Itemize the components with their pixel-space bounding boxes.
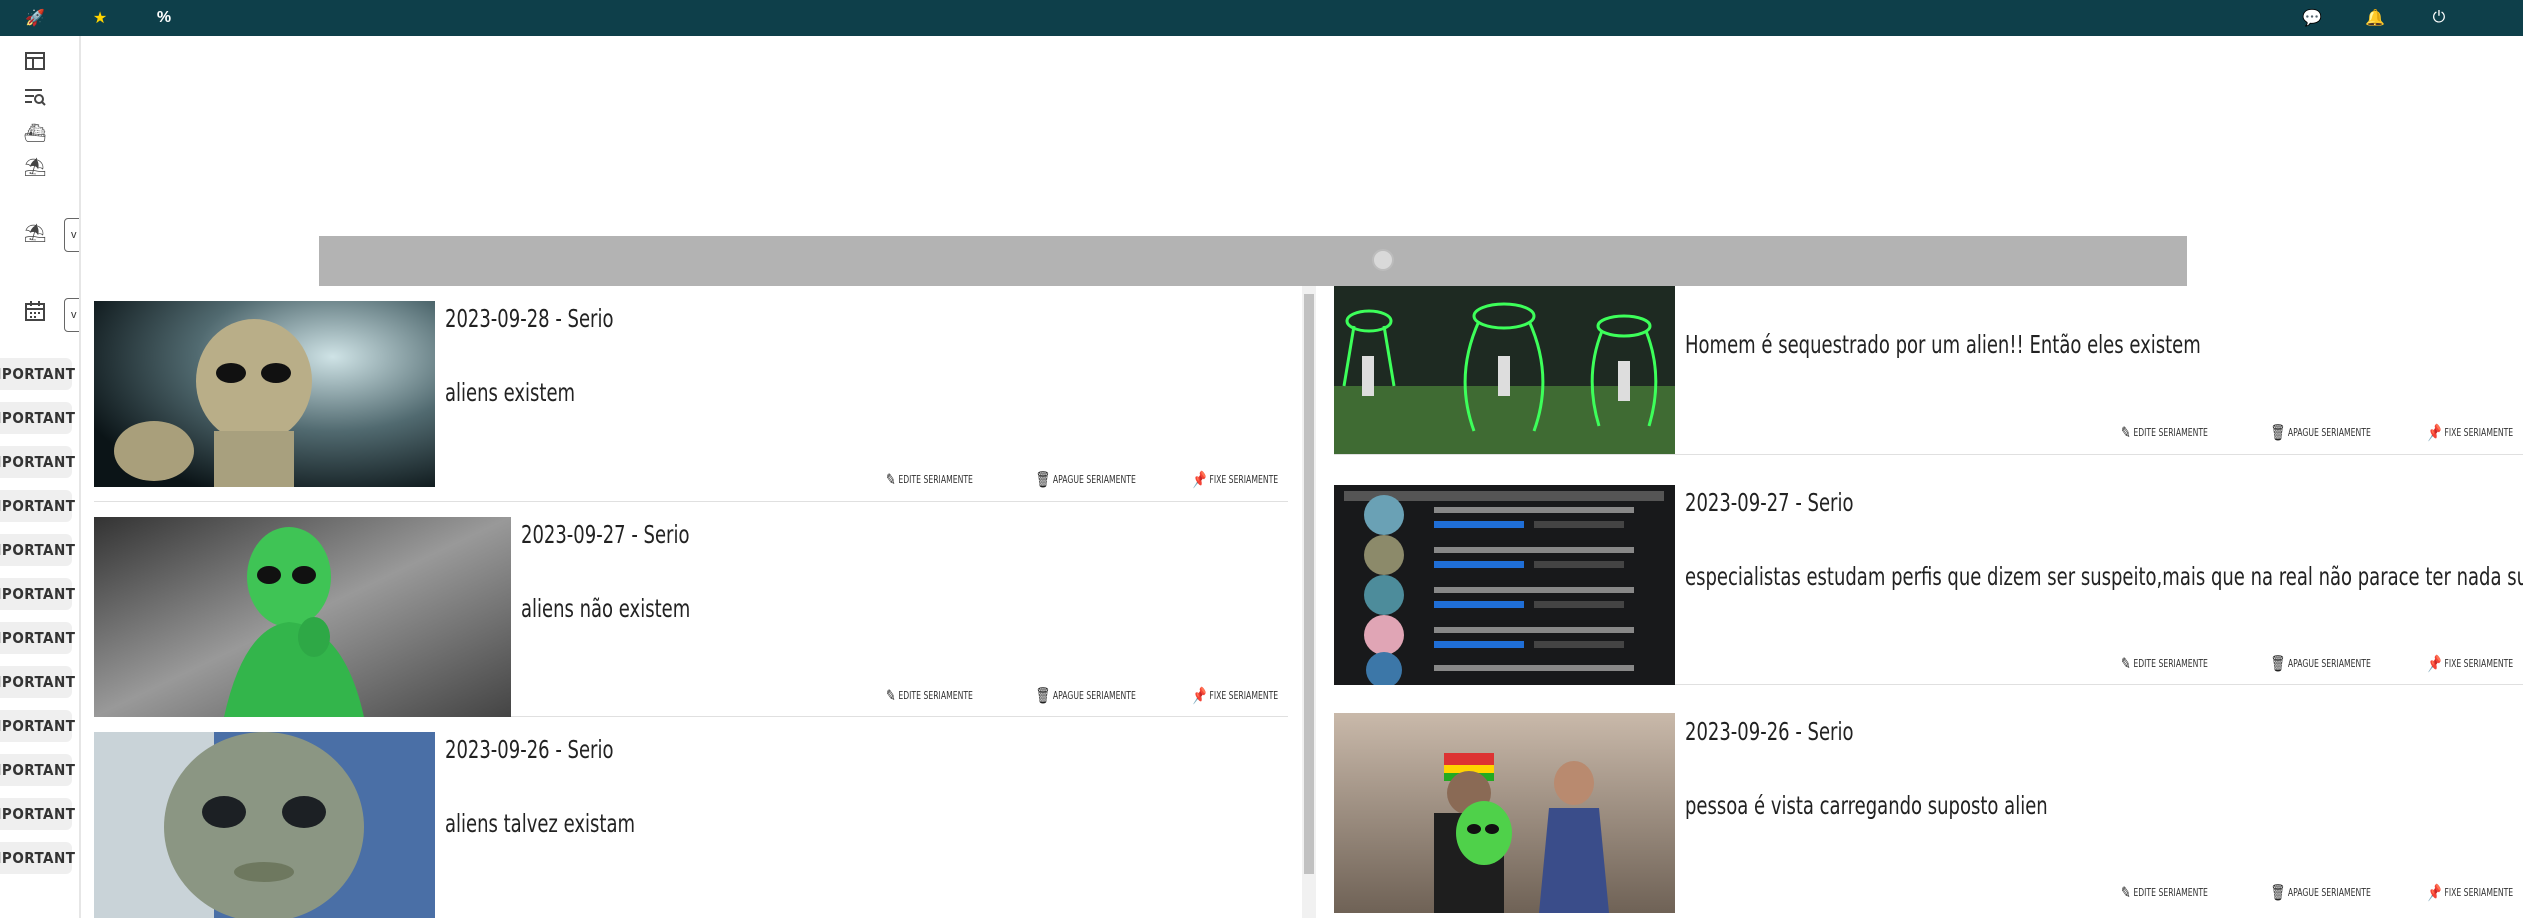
importance-tag[interactable]: MPORTANT [0, 754, 75, 786]
edit-button[interactable]: ✎ EDITE SERIAMENTE [2121, 654, 2208, 673]
pencil-icon: ✎ [2121, 883, 2131, 902]
pencil-icon: ✎ [2121, 423, 2131, 442]
importance-tag[interactable]: MPORTANT [0, 490, 75, 522]
delete-button[interactable]: 🗑 APAGUE SERIAMENTE [2271, 654, 2371, 673]
left-feed: 2023-09-28 - Serio aliens existem ✎ EDITE… [94, 286, 1288, 918]
top-navbar: 🚀 ★ % 💬 🔔 ⏻ [0, 0, 2523, 36]
rocket-icon[interactable]: 🚀 [20, 3, 50, 33]
pin-button[interactable]: 📌 FIXE SERIAMENTE [1192, 686, 1278, 705]
post-actions: ✎ EDITE SERIAMENTE 🗑 APAGUE SERIAMENTE 📌 FI… [2084, 883, 2513, 902]
ship-icon[interactable]: ⛴ [20, 118, 50, 148]
post-description: especialistas estudam perfis que dizem s… [1685, 562, 2523, 591]
pencil-icon: ✎ [886, 470, 896, 489]
post-description: pessoa é vista carregando suposto alien [1685, 791, 2048, 820]
post-card: 2023-09-27 - Serio aliens não existem ✎ E… [94, 502, 1288, 717]
post-title: 2023-09-28 - Serio [445, 304, 614, 333]
post-title: 2023-09-26 - Serio [445, 735, 614, 764]
delete-button[interactable]: 🗑 APAGUE SERIAMENTE [1036, 470, 1136, 489]
pin-icon: 📌 [1192, 470, 1207, 489]
post-title: 2023-09-27 - Serio [521, 520, 690, 549]
post-title: 2023-09-27 - Serio [1685, 488, 1854, 517]
pin-icon: 📌 [1192, 686, 1207, 705]
pin-button[interactable]: 📌 FIXE SERIAMENTE [2427, 883, 2513, 902]
edit-button[interactable]: ✎ EDITE SERIAMENTE [886, 686, 973, 705]
delete-button[interactable]: 🗑 APAGUE SERIAMENTE [2271, 883, 2371, 902]
pin-icon: 📌 [2427, 423, 2442, 442]
post-card: 2023-09-26 - Serio aliens talvez existam [94, 717, 1288, 918]
delete-button[interactable]: 🗑 APAGUE SERIAMENTE [2271, 423, 2371, 442]
scrollbar-thumb[interactable] [1304, 294, 1314, 874]
post-image [94, 301, 435, 487]
importance-tag[interactable]: MPORTANT [0, 446, 75, 478]
filter-select-2[interactable]: v [64, 298, 79, 332]
sidebar: ⛴ ⛱ ⛱ v v MPORTANT MPORTANT MPORTANT MPO… [0, 36, 81, 918]
chat-icon[interactable]: 💬 [2297, 3, 2327, 33]
post-card: 2023-09-28 - Serio aliens existem ✎ EDITE… [94, 286, 1288, 502]
post-description: Homem é sequestrado por um alien!! Então… [1685, 330, 2201, 359]
post-actions: ✎ EDITE SERIAMENTE 🗑 APAGUE SERIAMENTE 📌 FI… [849, 470, 1278, 489]
beach-icon[interactable]: ⛱ [20, 218, 50, 248]
trash-icon: 🗑 [2270, 654, 2286, 673]
importance-tag[interactable]: MPORTANT [0, 622, 75, 654]
percent-icon[interactable]: % [149, 3, 179, 33]
post-actions: ✎ EDITE SERIAMENTE 🗑 APAGUE SERIAMENTE 📌 FI… [2084, 654, 2513, 673]
post-card: 2023-09-27 - Serio especialistas estudam… [1334, 470, 2523, 685]
pencil-icon: ✎ [886, 686, 896, 705]
trash-icon: 🗑 [1035, 470, 1051, 489]
feed-scrollbar[interactable] [1302, 286, 1316, 918]
edit-button[interactable]: ✎ EDITE SERIAMENTE [2121, 423, 2208, 442]
carousel-indicator[interactable] [1372, 249, 1394, 271]
right-feed: Homem é sequestrado por um alien!! Então… [1334, 286, 2523, 918]
post-actions: ✎ EDITE SERIAMENTE 🗑 APAGUE SERIAMENTE 📌 FI… [849, 686, 1278, 705]
power-icon[interactable]: ⏻ [2424, 3, 2454, 33]
importance-tag[interactable]: MPORTANT [0, 358, 75, 390]
importance-tag[interactable]: MPORTANT [0, 402, 75, 434]
edit-button[interactable]: ✎ EDITE SERIAMENTE [886, 470, 973, 489]
post-card: 2023-09-26 - Serio pessoa é vista carreg… [1334, 685, 2523, 918]
dashboard-icon[interactable] [20, 46, 50, 76]
trash-icon: 🗑 [2270, 423, 2286, 442]
post-image [1334, 485, 1675, 685]
post-description: aliens não existem [521, 594, 691, 623]
filter-select-1[interactable]: v [64, 218, 79, 252]
importance-tag[interactable]: MPORTANT [0, 578, 75, 610]
delete-button[interactable]: 🗑 APAGUE SERIAMENTE [1036, 686, 1136, 705]
pin-button[interactable]: 📌 FIXE SERIAMENTE [2427, 423, 2513, 442]
beach-icon[interactable]: ⛱ [20, 152, 50, 182]
trash-icon: 🗑 [2270, 883, 2286, 902]
post-image [1334, 286, 1675, 454]
calendar-icon[interactable] [20, 296, 50, 326]
post-description: aliens talvez existam [445, 809, 636, 838]
star-icon[interactable]: ★ [85, 3, 115, 33]
post-image [1334, 713, 1675, 913]
importance-tag[interactable]: MPORTANT [0, 798, 75, 830]
pin-button[interactable]: 📌 FIXE SERIAMENTE [1192, 470, 1278, 489]
importance-tag[interactable]: MPORTANT [0, 666, 75, 698]
pin-icon: 📌 [2427, 654, 2442, 673]
post-title: 2023-09-26 - Serio [1685, 717, 1854, 746]
pin-icon: 📌 [2427, 883, 2442, 902]
bell-icon[interactable]: 🔔 [2360, 3, 2390, 33]
trash-icon: 🗑 [1035, 686, 1051, 705]
filter-search-icon[interactable] [20, 82, 50, 112]
post-image [94, 517, 511, 717]
post-description: aliens existem [445, 378, 576, 407]
pencil-icon: ✎ [2121, 654, 2131, 673]
post-actions: ✎ EDITE SERIAMENTE 🗑 APAGUE SERIAMENTE 📌 FI… [2084, 423, 2513, 442]
importance-tag[interactable]: MPORTANT [0, 710, 75, 742]
carousel-banner[interactable] [319, 236, 2187, 286]
post-image [94, 732, 435, 918]
importance-tag[interactable]: MPORTANT [0, 842, 75, 874]
importance-tag[interactable]: MPORTANT [0, 534, 75, 566]
edit-button[interactable]: ✎ EDITE SERIAMENTE [2121, 883, 2208, 902]
post-card: Homem é sequestrado por um alien!! Então… [1334, 286, 2523, 455]
pin-button[interactable]: 📌 FIXE SERIAMENTE [2427, 654, 2513, 673]
